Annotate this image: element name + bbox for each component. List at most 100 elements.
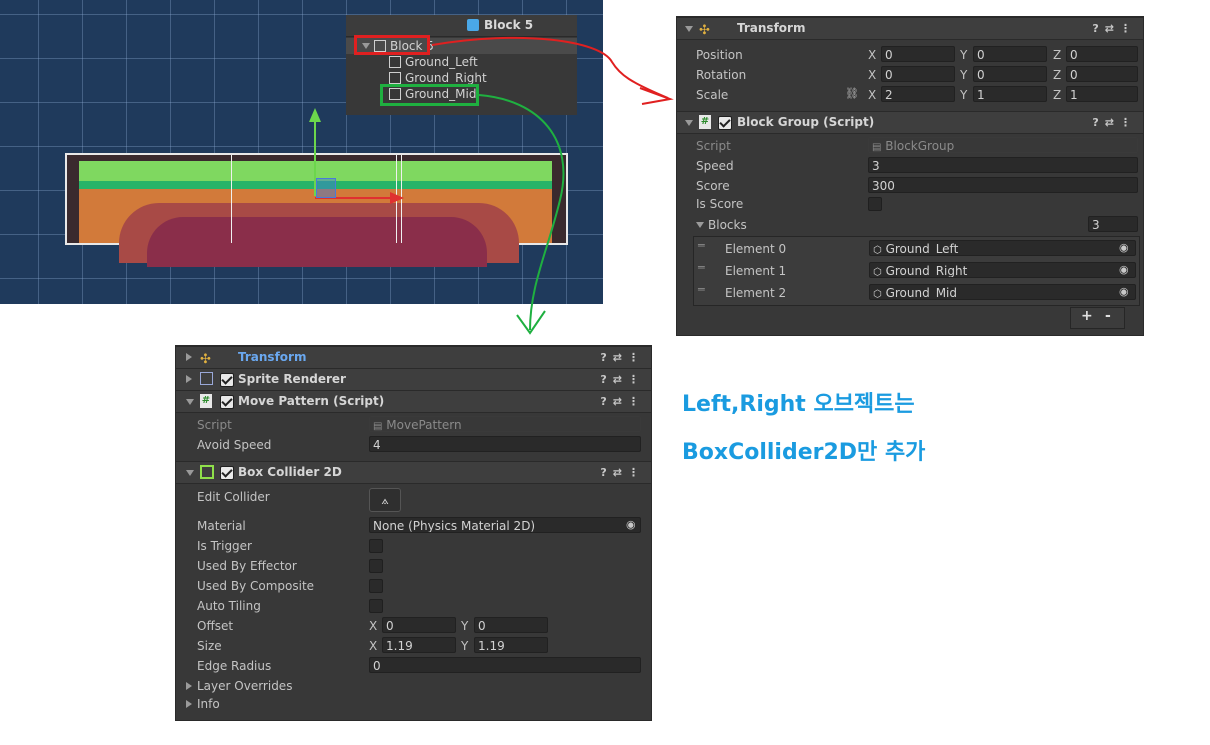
block-group-title: Block Group (Script): [737, 115, 875, 129]
element-value: Ground_Left: [885, 242, 959, 256]
block-inspector: ✣ Transform ?⇄⋮ Position Rotation Scale …: [676, 16, 1144, 336]
list-add-remove: + -: [1070, 307, 1125, 329]
offset-label: Offset: [197, 619, 234, 633]
size-y-field[interactable]: 1.19: [474, 637, 548, 653]
annotation-line-2: BoxCollider2D만 추가: [682, 440, 926, 465]
layer-overrides-arrow-icon[interactable]: [186, 682, 192, 690]
link-scale-icon[interactable]: ⛓: [845, 87, 859, 100]
drag-handle-icon[interactable]: ═: [698, 261, 705, 274]
component-menu-icons[interactable]: ?⇄⋮: [600, 462, 645, 483]
axis-y-label: Y: [461, 639, 469, 653]
box-collider-header[interactable]: Box Collider 2D ?⇄⋮: [176, 461, 651, 484]
transform-header[interactable]: ✣ Transform ?⇄⋮: [176, 346, 651, 369]
script-field[interactable]: ▤ MovePattern: [369, 416, 641, 432]
axis-z-label: Z: [1053, 88, 1062, 102]
box-collider-icon: [200, 465, 214, 479]
transform-header[interactable]: ✣ Transform ?⇄⋮: [677, 17, 1143, 40]
sprite-renderer-title: Sprite Renderer: [238, 372, 346, 386]
drag-handle-icon[interactable]: ═: [698, 283, 705, 296]
component-menu-icons[interactable]: ?⇄⋮: [1092, 112, 1137, 133]
is-score-checkbox[interactable]: [868, 197, 882, 211]
element-object-field[interactable]: ⬡ Ground_Mid: [869, 284, 1136, 300]
red-arrow: [431, 36, 669, 99]
rotation-x-field[interactable]: 0: [881, 66, 955, 82]
info-arrow-icon[interactable]: [186, 700, 192, 708]
offset-x-field[interactable]: 0: [382, 617, 456, 633]
position-z-field[interactable]: 0: [1066, 46, 1138, 62]
object-picker-icon[interactable]: ◉: [1119, 241, 1129, 254]
blocks-expand-arrow-icon[interactable]: [696, 222, 704, 228]
script-field[interactable]: ▤ BlockGroup: [868, 137, 1138, 153]
annotation-line-1: Left,Right 오브젝트는: [682, 392, 915, 417]
layer-overrides-foldout[interactable]: Layer Overrides: [197, 678, 292, 694]
script-hash-icon: #: [200, 394, 212, 408]
position-x-field[interactable]: 0: [881, 46, 955, 62]
size-x-field[interactable]: 1.19: [382, 637, 456, 653]
collapse-arrow-icon[interactable]: [685, 26, 693, 32]
collapse-arrow-icon[interactable]: [186, 399, 194, 405]
list-item[interactable]: ═ Element 1 ⬡ Ground_Right ◉: [694, 261, 1139, 281]
used-by-composite-checkbox[interactable]: [369, 579, 383, 593]
object-picker-icon[interactable]: ◉: [1119, 285, 1129, 298]
blocks-count-field[interactable]: 3: [1088, 216, 1138, 232]
is-trigger-checkbox[interactable]: [369, 539, 383, 553]
score-label: Score: [696, 179, 730, 193]
enabled-checkbox[interactable]: [220, 466, 234, 480]
script-hash-icon: #: [699, 115, 711, 129]
info-foldout[interactable]: Info: [197, 696, 220, 712]
offset-y-field[interactable]: 0: [474, 617, 548, 633]
is-trigger-label: Is Trigger: [197, 539, 252, 553]
enabled-checkbox[interactable]: [220, 395, 234, 409]
object-picker-icon[interactable]: ◉: [1119, 263, 1129, 276]
component-menu-icons[interactable]: ?⇄⋮: [600, 391, 645, 412]
element-object-field[interactable]: ⬡ Ground_Right: [869, 262, 1136, 278]
sprite-renderer-header[interactable]: Sprite Renderer ?⇄⋮: [176, 368, 651, 391]
script-label: Script: [696, 139, 731, 153]
axis-y-label: Y: [960, 68, 968, 82]
expand-arrow-icon[interactable]: [186, 353, 192, 361]
drag-handle-icon[interactable]: ═: [698, 239, 705, 252]
transform-title: Transform: [737, 21, 806, 35]
edit-collider-button[interactable]: ⟑: [369, 488, 401, 512]
collapse-arrow-icon[interactable]: [685, 120, 693, 126]
scale-x-field[interactable]: 2: [881, 86, 955, 102]
score-field[interactable]: 300: [868, 177, 1138, 193]
rotation-y-field[interactable]: 0: [973, 66, 1047, 82]
add-element-button[interactable]: +: [1081, 308, 1093, 324]
object-picker-icon[interactable]: ◉: [626, 518, 636, 531]
collapse-arrow-icon[interactable]: [186, 470, 194, 476]
script-value: BlockGroup: [885, 139, 955, 153]
list-item[interactable]: ═ Element 0 ⬡ Ground_Left ◉: [694, 239, 1139, 259]
axis-x-label: X: [868, 48, 877, 62]
material-field[interactable]: None (Physics Material 2D): [369, 517, 641, 533]
list-item[interactable]: ═ Element 2 ⬡ Ground_Mid ◉: [694, 283, 1139, 303]
component-menu-icons[interactable]: ?⇄⋮: [1092, 18, 1137, 39]
script-file-icon: ▤: [872, 142, 882, 153]
enabled-checkbox[interactable]: [718, 116, 732, 130]
script-file-icon: ▤: [373, 421, 383, 432]
component-menu-icons[interactable]: ?⇄⋮: [600, 347, 645, 368]
element-object-field[interactable]: ⬡ Ground_Left: [869, 240, 1136, 256]
component-menu-icons[interactable]: ?⇄⋮: [600, 369, 645, 390]
expand-arrow-icon[interactable]: [186, 375, 192, 383]
material-label: Material: [197, 519, 246, 533]
avoid-speed-label: Avoid Speed: [197, 438, 272, 452]
avoid-speed-field[interactable]: 4: [369, 436, 641, 452]
speed-label: Speed: [696, 159, 734, 173]
position-y-field[interactable]: 0: [973, 46, 1047, 62]
move-pattern-header[interactable]: # Move Pattern (Script) ?⇄⋮: [176, 390, 651, 413]
transform-icon: ✣: [699, 23, 710, 38]
enabled-checkbox[interactable]: [220, 373, 234, 387]
remove-element-button[interactable]: -: [1105, 308, 1111, 324]
rotation-z-field[interactable]: 0: [1066, 66, 1138, 82]
block-group-header[interactable]: # Block Group (Script) ?⇄⋮: [677, 111, 1143, 134]
scale-z-field[interactable]: 1: [1066, 86, 1138, 102]
green-arrow: [478, 94, 565, 331]
scale-y-field[interactable]: 1: [973, 86, 1047, 102]
edge-radius-field[interactable]: 0: [369, 657, 641, 673]
used-by-effector-checkbox[interactable]: [369, 559, 383, 573]
position-label: Position: [696, 48, 743, 62]
speed-field[interactable]: 3: [868, 157, 1138, 173]
axis-x-label: X: [369, 619, 378, 633]
auto-tiling-checkbox[interactable]: [369, 599, 383, 613]
